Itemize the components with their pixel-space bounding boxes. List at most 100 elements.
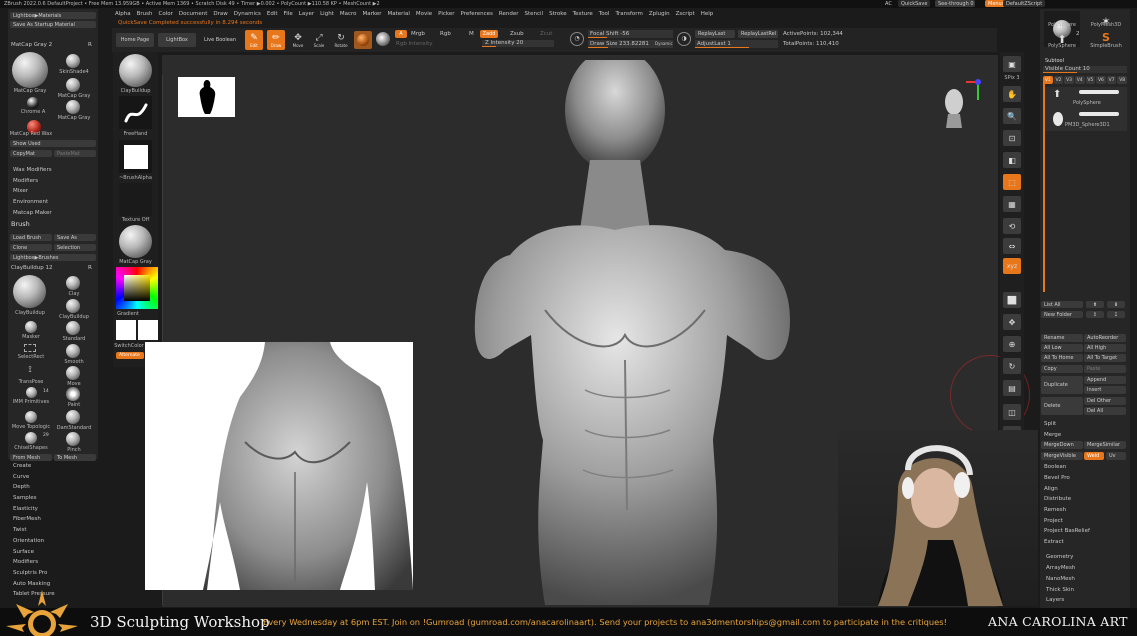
layers-section[interactable]: Layers — [1046, 597, 1064, 603]
paste-mat-button[interactable]: PasteMat — [54, 150, 96, 157]
material-swatch[interactable] — [354, 31, 372, 49]
remesh-section[interactable]: Remesh — [1044, 507, 1066, 513]
texture-icon[interactable] — [119, 183, 152, 216]
stroke-icon[interactable] — [119, 96, 152, 129]
clone-brush-button[interactable]: Clone — [10, 244, 52, 251]
arrow-up-button[interactable]: ⬆ — [1086, 301, 1104, 308]
menu-material[interactable]: Material — [388, 11, 410, 17]
del-all-button[interactable]: Del All — [1084, 407, 1126, 415]
persp-icon[interactable]: ⬚ — [1003, 174, 1021, 190]
align-section[interactable]: Align — [1044, 486, 1058, 492]
menu-texture[interactable]: Texture — [573, 11, 593, 17]
brush-claybuildup-large[interactable] — [13, 275, 46, 308]
subtool-scrollbar[interactable] — [1043, 82, 1045, 292]
to-mesh-button[interactable]: To Mesh — [54, 454, 96, 461]
switch-color-label[interactable]: SwitchColor — [113, 343, 145, 349]
brush-damstandard[interactable] — [66, 410, 80, 424]
tab-v3[interactable]: V3 — [1064, 76, 1074, 84]
geometry-section[interactable]: Geometry — [1046, 554, 1073, 560]
boolean-section[interactable]: Boolean — [1044, 464, 1066, 470]
zsub-button[interactable]: Zsub — [510, 31, 524, 37]
adjust-last-slider[interactable]: AdjustLast 1 — [695, 40, 778, 48]
menu-preferences[interactable]: Preferences — [461, 11, 493, 17]
all-high-button[interactable]: All High — [1084, 344, 1126, 352]
move-button[interactable]: ✥ Move — [289, 30, 307, 50]
brush-standard[interactable] — [66, 321, 80, 335]
all-to-home-button[interactable]: All To Home — [1041, 354, 1083, 362]
color-picker[interactable] — [116, 267, 158, 309]
extract-section[interactable]: Extract — [1044, 539, 1064, 545]
tab-v7[interactable]: V7 — [1106, 76, 1117, 84]
brush-chiselshapes[interactable] — [25, 432, 37, 444]
section-samples[interactable]: Samples — [13, 495, 98, 506]
lightbox-button[interactable]: LightBox — [158, 33, 196, 47]
menu-brush[interactable]: Brush — [137, 11, 153, 17]
del-other-button[interactable]: Del Other — [1084, 397, 1126, 405]
lightbox-brushes-button[interactable]: Lightbox▶Brushes — [10, 254, 96, 261]
tab-v4[interactable]: V4 — [1074, 76, 1085, 84]
menu-zplugin[interactable]: Zplugin — [649, 11, 670, 17]
load-brush-button[interactable]: Load Brush — [10, 234, 52, 241]
menu-zscript[interactable]: Zscript — [676, 11, 695, 17]
color-swatch-icon[interactable] — [376, 32, 390, 46]
section-depth[interactable]: Depth — [13, 484, 98, 495]
rotate-button[interactable]: ↻ Rotate — [332, 30, 350, 50]
select-rect-icon[interactable] — [24, 344, 36, 352]
paste-subtool-button[interactable]: Paste — [1084, 365, 1126, 373]
all-low-button[interactable]: All Low — [1041, 344, 1083, 352]
material-chrome[interactable] — [27, 97, 39, 109]
menu-movie[interactable]: Movie — [416, 11, 432, 17]
menu-marker[interactable]: Marker — [363, 11, 382, 17]
section-elasticity[interactable]: Elasticity — [13, 506, 98, 517]
merge-visible-button[interactable]: MergeVisible — [1041, 452, 1083, 460]
transpose-icon[interactable]: ⟟ — [24, 365, 36, 377]
focal-shift-icon[interactable]: ◔ — [570, 32, 584, 46]
duplicate-button[interactable]: Duplicate — [1041, 376, 1083, 394]
transp-icon[interactable]: ◫ — [1003, 404, 1021, 420]
merge-down-button[interactable]: MergeDown — [1041, 441, 1083, 449]
subtool-item[interactable]: PM3D_Sphere3D1 — [1043, 109, 1127, 131]
m-button[interactable]: M — [469, 31, 474, 37]
menu-document[interactable]: Document — [179, 11, 208, 17]
frame-icon[interactable]: ⬜ — [1003, 292, 1021, 308]
brush-pinch[interactable] — [66, 432, 80, 446]
insert-button[interactable]: Insert — [1084, 386, 1126, 394]
zoom3d-icon[interactable]: ⊕ — [1003, 336, 1021, 352]
section-orientation[interactable]: Orientation — [13, 538, 98, 549]
new-folder-button[interactable]: New Folder — [1041, 311, 1083, 318]
list-all-button[interactable]: List All — [1041, 301, 1083, 308]
torso-sculpt[interactable] — [465, 60, 805, 610]
split-section[interactable]: Split — [1044, 421, 1056, 427]
menu-stroke[interactable]: Stroke — [549, 11, 567, 17]
distribute-section[interactable]: Distribute — [1044, 496, 1071, 502]
local-icon[interactable]: ⟲ — [1003, 218, 1021, 234]
main-color-swatch[interactable] — [116, 320, 136, 340]
lightbox-materials-button[interactable]: Lightbox▶Materials — [10, 12, 96, 19]
scroll-icon[interactable]: ✋ — [1003, 86, 1021, 102]
nanomesh-section[interactable]: NanoMesh — [1046, 576, 1075, 582]
default-zscript-button[interactable]: DefaultZScript — [1003, 0, 1046, 7]
section-mixer[interactable]: Mixer — [13, 188, 28, 194]
material-matcap-gray-3[interactable] — [66, 100, 80, 114]
tool-polymesh3d-thumb[interactable]: ✶ — [1086, 11, 1126, 31]
project-basrelief-section[interactable]: Project BasRelief — [1044, 528, 1090, 534]
save-as-brush-button[interactable]: Save As — [54, 234, 96, 241]
tab-v8[interactable]: V8 — [1117, 76, 1127, 84]
see-through-slider[interactable]: See-through 0 — [935, 0, 975, 7]
section-matcap-maker[interactable]: Matcap Maker — [13, 210, 52, 216]
rotate-view-icon[interactable]: ↻ — [1003, 358, 1021, 374]
thick-skin-section[interactable]: Thick Skin — [1046, 587, 1074, 593]
current-brush-icon[interactable] — [119, 54, 152, 87]
brush-smooth[interactable] — [66, 344, 80, 358]
section-modifiers-brush[interactable]: Modifiers — [13, 559, 98, 570]
menu-picker[interactable]: Picker — [438, 11, 454, 17]
section-surface[interactable]: Surface — [13, 549, 98, 560]
brush-move[interactable] — [66, 366, 80, 380]
menu-macro[interactable]: Macro — [340, 11, 357, 17]
material-icon[interactable] — [119, 225, 152, 258]
brush-imm-primitives[interactable] — [26, 387, 37, 398]
from-mesh-button[interactable]: From Mesh — [10, 454, 52, 461]
color-picker-square[interactable] — [124, 275, 150, 301]
tab-v5[interactable]: V5 — [1085, 76, 1096, 84]
brush-claybuildup-small[interactable] — [66, 299, 80, 313]
